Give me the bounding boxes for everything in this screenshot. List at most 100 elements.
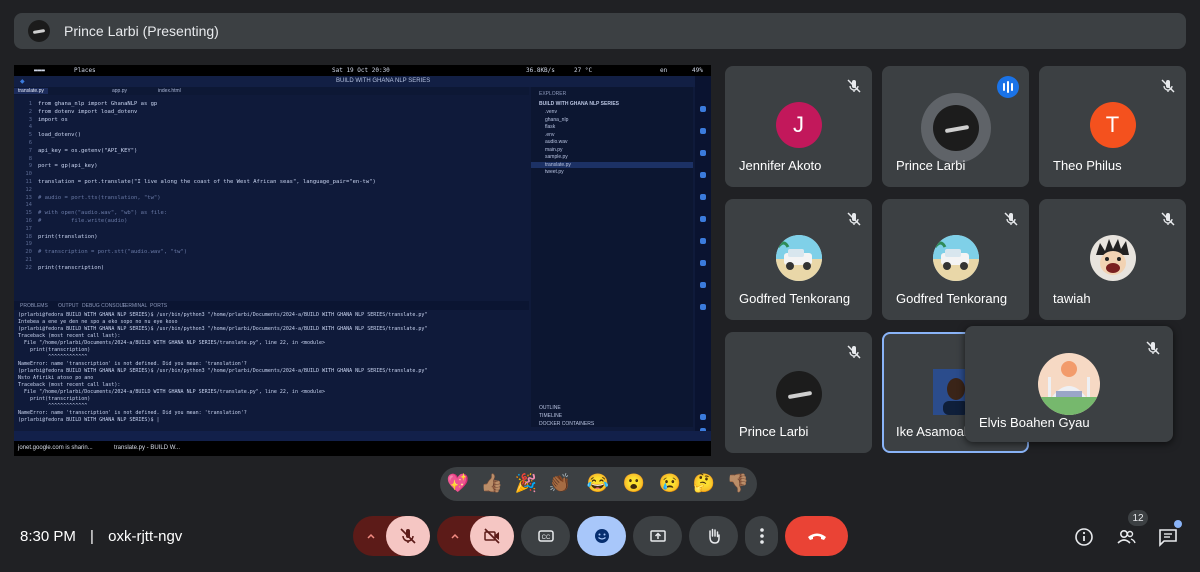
- participant-tile[interactable]: T Theo Philus: [1039, 66, 1186, 187]
- meeting-info: 8:30 PM | oxk-rjtt-ngv: [20, 528, 182, 545]
- panel-tab-output[interactable]: OUTPUT: [58, 303, 79, 309]
- participant-tile[interactable]: tawiah: [1039, 199, 1186, 320]
- explorer-item[interactable]: tweet.py: [545, 169, 564, 175]
- os-activities: ▬▬▬: [34, 67, 45, 74]
- avatar: [932, 105, 979, 151]
- terminal-line: NameError: name 'transcription' is not d…: [18, 410, 247, 416]
- code-line: from dotenv import load_dotenv: [38, 108, 138, 115]
- explorer-item[interactable]: sample.py: [545, 154, 568, 160]
- clock-time: 8:30 PM: [20, 528, 76, 545]
- present-button[interactable]: [633, 516, 682, 556]
- code-line: # file.write(audio): [38, 217, 128, 224]
- explorer-section[interactable]: OUTLINE: [539, 405, 561, 411]
- reaction-laugh[interactable]: 😂: [586, 473, 610, 494]
- reaction-thumbs-up[interactable]: 👍🏽: [480, 473, 504, 494]
- presenter-title: Prince Larbi (Presenting): [64, 23, 219, 39]
- reaction-surprised[interactable]: 😮: [622, 473, 646, 494]
- os-top-bar: ▬▬▬ Places Sat 19 Oct 20:30 36.8KB/s 27 …: [14, 65, 711, 76]
- mic-off-icon: [400, 528, 416, 544]
- terminal-line: (prlarbi@fedora BUILD WITH GHANA NLP SER…: [18, 326, 428, 332]
- speaking-indicator-icon: [997, 76, 1019, 98]
- participant-name: Prince Larbi: [739, 424, 809, 439]
- avatar: J: [775, 102, 822, 148]
- raise-hand-icon: [708, 528, 720, 544]
- panel-tab-terminal[interactable]: TERMINAL: [122, 303, 147, 309]
- terminal-line: (prlarbi@fedora BUILD WITH GHANA NLP SER…: [18, 312, 428, 318]
- taskbar-vscode[interactable]: translate.py - BUILD W...: [114, 445, 180, 451]
- more-options-button[interactable]: [745, 516, 778, 556]
- taskbar-sharing[interactable]: jonet.google.com is sharin...: [18, 445, 93, 451]
- tab-app[interactable]: app.py: [112, 88, 127, 94]
- code-editor[interactable]: 1 2 3 4 5 6 7 8 9 10 11 12 13 14 15 16 1…: [14, 95, 529, 300]
- reaction-heart[interactable]: 💖: [446, 473, 470, 494]
- participant-tile[interactable]: Prince Larbi: [882, 66, 1029, 187]
- terminal-line: (prlarbi@fedora BUILD WITH GHANA NLP SER…: [18, 417, 160, 423]
- chevron-up-icon[interactable]: [449, 530, 461, 542]
- participant-tile[interactable]: Prince Larbi: [725, 332, 872, 453]
- explorer-item[interactable]: translate.py: [531, 161, 693, 168]
- terminal-line: ^^^^^^^^^^^^^: [18, 403, 88, 409]
- panel-tab-debug[interactable]: DEBUG CONSOLE: [82, 303, 126, 309]
- explorer-item[interactable]: main.py: [545, 147, 563, 153]
- leave-call-button[interactable]: [785, 516, 848, 556]
- participant-tile[interactable]: J Jennifer Akoto: [725, 66, 872, 187]
- chevron-up-icon[interactable]: [365, 530, 377, 542]
- chat-notification-dot: [1174, 520, 1182, 528]
- reaction-party[interactable]: 🎉: [514, 473, 538, 494]
- terminal[interactable]: (prlarbi@fedora BUILD WITH GHANA NLP SER…: [14, 310, 529, 436]
- reaction-clap[interactable]: 👏🏾: [548, 473, 572, 494]
- panel-tab-ports[interactable]: PORTS: [150, 303, 167, 309]
- tab-index[interactable]: index.html: [158, 88, 181, 94]
- participant-name: tawiah: [1053, 291, 1091, 306]
- svg-text:CC: CC: [541, 535, 550, 541]
- reaction-thumbs-down[interactable]: 👎🏽: [726, 473, 750, 494]
- end-call-icon: [807, 533, 826, 540]
- terminal-line: print(transcription): [18, 347, 91, 353]
- terminal-line: ^^^^^^^^^^^^^: [18, 354, 88, 360]
- panel-tab-problems[interactable]: PROBLEMS: [20, 303, 48, 309]
- explorer-project[interactable]: BUILD WITH GHANA NLP SERIES: [539, 101, 619, 107]
- camera-toggle-button[interactable]: [470, 516, 514, 556]
- avatar: [1038, 353, 1100, 415]
- explorer-section[interactable]: TIMELINE: [539, 413, 562, 419]
- emoji-button[interactable]: [577, 516, 626, 556]
- terminal-text: (prlarbi@fedora BUILD WITH GHANA NLP SER…: [18, 312, 427, 424]
- explorer-item[interactable]: .venv: [545, 109, 557, 115]
- people-icon[interactable]: [1115, 526, 1137, 548]
- participant-tile[interactable]: Godfred Tenkorang: [882, 199, 1029, 320]
- reaction-thinking[interactable]: 🤔: [692, 473, 716, 494]
- reaction-sad[interactable]: 😢: [658, 473, 682, 494]
- info-icon[interactable]: [1073, 526, 1095, 548]
- vscode-logo-icon: ◆: [20, 79, 25, 85]
- panel-tabs: PROBLEMS OUTPUT DEBUG CONSOLE TERMINAL P…: [14, 301, 529, 310]
- explorer-item[interactable]: ghana_nlp: [545, 117, 568, 123]
- raise-hand-button[interactable]: [689, 516, 738, 556]
- mic-toggle-button[interactable]: [386, 516, 430, 556]
- explorer-section[interactable]: DOCKER CONTAINERS: [539, 421, 594, 427]
- code-line: api_key = os.getenv("API_KEY"): [38, 147, 138, 154]
- vscode-search-title[interactable]: BUILD WITH GHANA NLP SERIES: [336, 78, 430, 84]
- explorer-item[interactable]: .env: [545, 132, 554, 138]
- explorer-item[interactable]: audio.wav: [545, 139, 568, 145]
- terminal-line: Nsto Afiriki atoso po ano: [18, 375, 94, 381]
- captions-button[interactable]: CC: [521, 516, 570, 556]
- participant-name: Elvis Boahen Gyau: [979, 415, 1090, 430]
- more-icon: [759, 528, 764, 544]
- line-numbers: 1 2 3 4 5 6 7 8 9 10 11 12 13 14 15 16 1…: [25, 101, 32, 271]
- chat-icon[interactable]: [1157, 526, 1179, 548]
- tab-translate[interactable]: translate.py: [14, 88, 48, 94]
- code-line: print(translation): [38, 233, 98, 240]
- explorer-item[interactable]: flask: [545, 124, 555, 130]
- participant-tile[interactable]: Godfred Tenkorang: [725, 199, 872, 320]
- code-line: # transcription = port.stt("audio.wav", …: [38, 249, 188, 256]
- avatar: [932, 235, 979, 281]
- avatar: [775, 371, 822, 417]
- avatar: T: [1089, 102, 1136, 148]
- self-view-tile[interactable]: Elvis Boahen Gyau: [965, 326, 1173, 442]
- mic-off-icon: [1004, 212, 1018, 226]
- terminal-line: Traceback (most recent call last):: [18, 382, 121, 388]
